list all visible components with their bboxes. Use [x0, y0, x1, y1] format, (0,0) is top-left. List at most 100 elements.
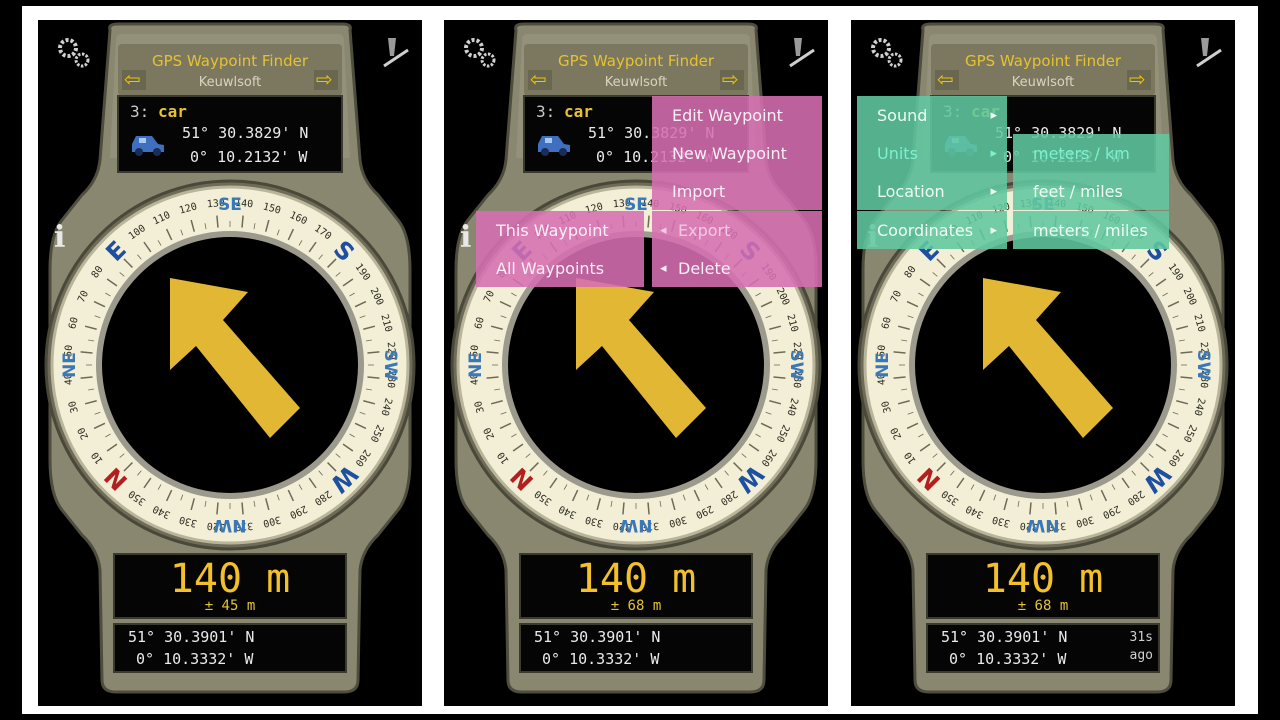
- dial-tick: [486, 351, 499, 354]
- dial-cardinal-sw: SW: [380, 350, 400, 381]
- dial-tick: [647, 215, 650, 228]
- screen-settings-menu: 1020304050607080100110120130140150160170…: [851, 20, 1235, 706]
- dial-cardinal-nw: NW: [213, 515, 246, 535]
- dial-tick: [1054, 502, 1057, 515]
- menu-delete[interactable]: Delete ◂: [652, 249, 822, 287]
- dial-tick: [241, 502, 244, 515]
- info-icon[interactable]: i: [54, 220, 65, 255]
- dial-cardinal-ne: NE: [873, 352, 893, 378]
- waypoint-name: car: [564, 102, 593, 121]
- dial-tick: [486, 376, 499, 379]
- menu-item-label: This Waypoint: [496, 220, 609, 240]
- fix-age-suffix: ago: [1129, 648, 1153, 663]
- dial-tick: [893, 351, 906, 354]
- current-lat: 51° 30.3901' N: [941, 628, 1068, 646]
- app-subtitle: Keuwlsoft: [198, 75, 262, 90]
- dial-cardinal-sw: SW: [1193, 350, 1213, 381]
- dial-tick: [241, 215, 244, 228]
- menu-item-label: Location: [877, 181, 945, 201]
- arrow-right-icon[interactable]: ⇨: [1129, 67, 1146, 91]
- waypoint-name: car: [158, 102, 187, 121]
- menu-item-label: Export: [678, 220, 731, 240]
- dial-tick: [622, 502, 625, 515]
- waypoint-lon: 0° 10.2132' W: [190, 148, 308, 166]
- dial-cardinal-nw: NW: [619, 515, 652, 535]
- dial-tick: [216, 502, 219, 515]
- current-lon: 0° 10.3332' W: [136, 650, 254, 668]
- screen-waypoint-menu: 1020304050607080100110120130140150160170…: [444, 20, 828, 706]
- menu-feet-miles[interactable]: feet / miles: [1013, 172, 1169, 210]
- fix-age: 31s: [1129, 630, 1153, 645]
- dial-tick: [367, 376, 380, 379]
- menu-item-label: Units: [877, 143, 918, 163]
- accuracy-readout: ± 68 m: [610, 598, 662, 614]
- dial-tick: [647, 502, 650, 515]
- menu-item-label: feet / miles: [1033, 181, 1123, 201]
- app-subtitle: Keuwlsoft: [1011, 75, 1075, 90]
- menu-item-label: Import: [672, 181, 726, 201]
- dial-cardinal-nw: NW: [1026, 515, 1059, 535]
- app-title: GPS Waypoint Finder: [964, 52, 1122, 70]
- info-icon[interactable]: i: [460, 220, 471, 255]
- arrow-right-icon[interactable]: ⇨: [722, 67, 739, 91]
- waypoint-lat: 51° 30.3829' N: [182, 124, 309, 142]
- menu-item-label: Coordinates: [877, 220, 974, 240]
- dial-cardinal-sw: SW: [786, 350, 806, 381]
- menu-meters-miles[interactable]: meters / miles: [1013, 211, 1169, 249]
- dial-tick: [80, 351, 93, 354]
- menu-item-label: All Waypoints: [496, 258, 605, 278]
- dial-tick: [216, 215, 219, 228]
- menu-item-label: New Waypoint: [672, 143, 787, 163]
- submenu-right-arrow-icon: ▸: [990, 145, 997, 161]
- menu-new-waypoint[interactable]: New Waypoint: [652, 134, 822, 172]
- arrow-left-icon[interactable]: ⇦: [124, 67, 141, 91]
- dial-tick: [1180, 376, 1193, 379]
- menu-item-label: meters / miles: [1033, 220, 1148, 240]
- waypoint-number: 3:: [536, 102, 556, 121]
- menu-all-waypoints[interactable]: All Waypoints: [476, 249, 644, 287]
- menu-edit-waypoint[interactable]: Edit Waypoint: [652, 96, 822, 134]
- current-lon: 0° 10.3332' W: [542, 650, 660, 668]
- current-lon: 0° 10.3332' W: [949, 650, 1067, 668]
- distance-readout: 140 m: [575, 556, 697, 602]
- menu-sound[interactable]: Sound ▸: [857, 96, 1007, 134]
- dial-cardinal-ne: NE: [60, 352, 80, 378]
- menu-item-label: Sound: [877, 105, 928, 125]
- screen-compass: 10 20 30 40 50 60 70 80 100 110 120 130 140 150 160 170…: [38, 20, 422, 706]
- arrow-left-icon[interactable]: ⇦: [530, 67, 547, 91]
- menu-this-waypoint[interactable]: This Waypoint: [476, 211, 644, 249]
- app-subtitle: Keuwlsoft: [604, 75, 668, 90]
- menu-item-label: Edit Waypoint: [672, 105, 783, 125]
- arrow-right-icon[interactable]: ⇨: [316, 67, 333, 91]
- dial-tick: [773, 351, 786, 354]
- submenu-left-arrow-icon: ◂: [660, 260, 667, 276]
- menu-item-label: Delete: [678, 258, 731, 278]
- menu-meters-km[interactable]: meters / km: [1013, 134, 1169, 172]
- arrow-left-icon[interactable]: ⇦: [937, 67, 954, 91]
- current-lat: 51° 30.3901' N: [534, 628, 661, 646]
- menu-location[interactable]: Location ▸: [857, 172, 1007, 210]
- menu-item-label: meters / km: [1033, 143, 1130, 163]
- waypoint-number: 3:: [130, 102, 150, 121]
- submenu-right-arrow-icon: ▸: [990, 222, 997, 238]
- distance-readout: 140 m: [169, 556, 291, 602]
- menu-import[interactable]: Import: [652, 172, 822, 210]
- app-title: GPS Waypoint Finder: [151, 52, 309, 70]
- dial-tick: [1029, 502, 1032, 515]
- dial-cardinal-ne: NE: [466, 352, 486, 378]
- dial-tick: [80, 376, 93, 379]
- dial-tick: [367, 351, 380, 354]
- submenu-right-arrow-icon: ▸: [990, 107, 997, 123]
- dial-tick: [1180, 351, 1193, 354]
- menu-coordinates[interactable]: Coordinates ▸: [857, 211, 1007, 249]
- dial-cardinal-se: SE: [218, 195, 242, 215]
- accuracy-readout: ± 45 m: [204, 598, 256, 614]
- distance-readout: 140 m: [982, 556, 1104, 602]
- menu-export[interactable]: Export ◂: [652, 211, 822, 249]
- accuracy-readout: ± 68 m: [1017, 598, 1069, 614]
- current-lat: 51° 30.3901' N: [128, 628, 255, 646]
- menu-units[interactable]: Units ▸: [857, 134, 1007, 172]
- submenu-right-arrow-icon: ▸: [990, 183, 997, 199]
- dial-tick: [893, 376, 906, 379]
- dial-tick: [773, 376, 786, 379]
